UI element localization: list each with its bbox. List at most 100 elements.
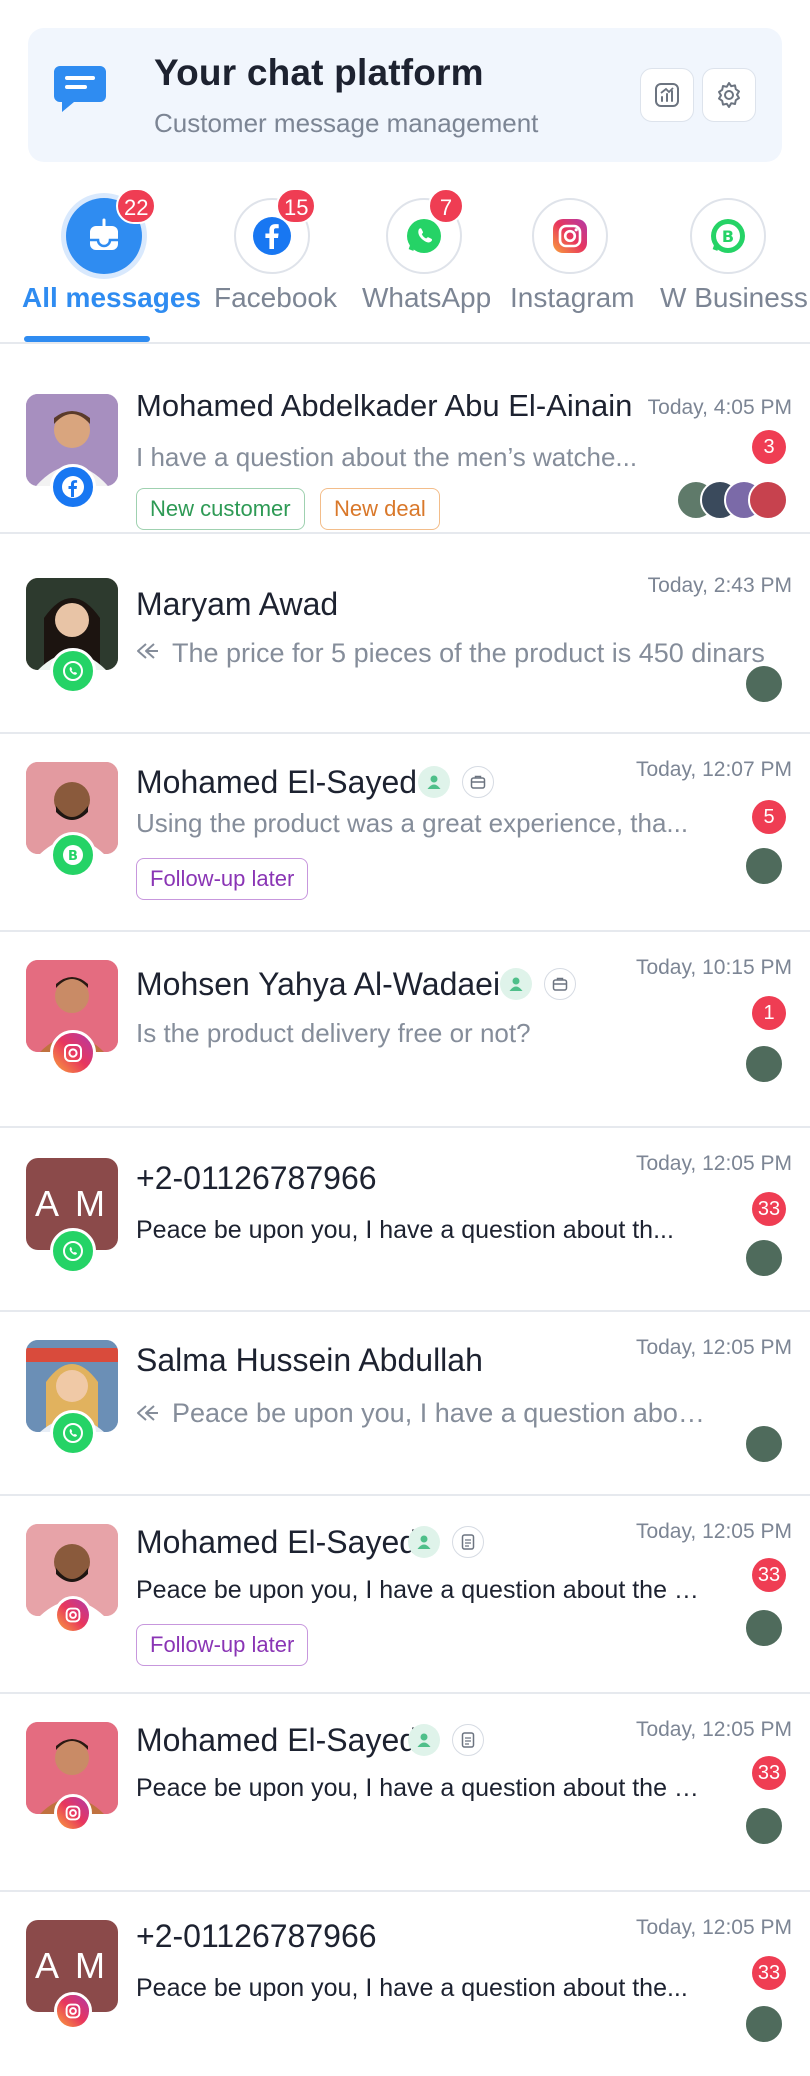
tab-label: Instagram xyxy=(510,282,635,313)
unread-count: 3 xyxy=(752,430,786,464)
stats-button[interactable] xyxy=(640,68,694,122)
timestamp: Today, 12:05 PM xyxy=(635,1718,792,1741)
tab-whatsapp[interactable]: 7 WhatsApp xyxy=(362,188,491,342)
contact-name: Maryam Awad xyxy=(136,586,339,622)
agent-avatar xyxy=(748,480,788,520)
contact-name: Mohsen Yahya Al-Wadaei xyxy=(136,966,501,1002)
tag-follow-up-later[interactable]: Follow-up later xyxy=(136,1624,309,1666)
tag-new-customer[interactable]: New customer xyxy=(136,488,305,530)
briefcase-icon xyxy=(462,766,494,798)
tab-badge: 7 xyxy=(428,188,464,224)
active-tab-indicator xyxy=(24,336,150,342)
svg-text:B: B xyxy=(68,849,78,864)
timestamp: Today, 10:15 PM xyxy=(635,956,792,979)
instagram-icon xyxy=(553,219,587,253)
tab-badge: 15 xyxy=(276,188,317,224)
page-title: Your chat platform xyxy=(154,52,484,93)
message-preview: Peace be upon you, I have a question abo… xyxy=(136,1216,674,1244)
instagram-icon xyxy=(50,1030,96,1076)
person-icon xyxy=(500,968,532,1000)
message-preview: The price for 5 pieces of the product is… xyxy=(172,638,765,668)
page-subtitle: Customer message management xyxy=(154,108,539,138)
agent-avatar xyxy=(744,2004,784,2044)
unread-count: 5 xyxy=(752,800,786,834)
tab-label: W Business xyxy=(660,282,808,313)
tag-new-deal[interactable]: New deal xyxy=(320,488,440,530)
reply-icon xyxy=(137,1405,158,1421)
contact-name: Mohamed El-Sayed xyxy=(136,764,418,800)
whatsapp-icon xyxy=(50,1410,96,1456)
contact-name: Salma Hussein Abdullah xyxy=(136,1342,483,1378)
unread-count: 33 xyxy=(752,1192,786,1226)
gear-icon xyxy=(718,82,740,108)
timestamp: Today, 12:05 PM xyxy=(635,1336,792,1359)
tab-facebook[interactable]: 15 Facebook xyxy=(210,188,337,342)
tab-label: Facebook xyxy=(214,282,337,313)
timestamp: Today, 4:05 PM xyxy=(647,396,792,419)
instagram-icon xyxy=(54,1992,92,2030)
tab-label: WhatsApp xyxy=(362,282,492,313)
message-preview: Peace be upon you, I have a question abo… xyxy=(172,1398,712,1428)
unread-count: 1 xyxy=(752,996,786,1030)
timestamp: Today, 2:43 PM xyxy=(647,574,792,597)
whatsapp-business-icon: B xyxy=(711,219,745,253)
tab-whatsapp-business[interactable]: B W Business xyxy=(660,198,810,342)
conversation-item[interactable]: Mohamed El-Sayed Today, 12:05 PM 33 Peac… xyxy=(0,1694,810,1892)
unread-count: 33 xyxy=(752,1756,786,1790)
agent-avatar xyxy=(744,1608,784,1648)
tab-badge: 22 xyxy=(116,188,157,224)
unread-count: 33 xyxy=(752,1558,786,1592)
whatsapp-business-icon: B xyxy=(50,832,96,878)
agent-avatar xyxy=(744,664,784,704)
instagram-icon xyxy=(54,1794,92,1832)
header-card: Your chat platform Customer message mana… xyxy=(28,28,782,162)
note-icon xyxy=(452,1526,484,1558)
settings-button[interactable] xyxy=(702,68,756,122)
reply-icon xyxy=(137,643,158,659)
contact-name: Mohamed Abdelkader Abu El-Ainain xyxy=(136,388,633,423)
tag-follow-up-later[interactable]: Follow-up later xyxy=(136,858,309,900)
inbox-icon xyxy=(90,218,118,250)
timestamp: Today, 12:05 PM xyxy=(635,1520,792,1543)
unread-count: 33 xyxy=(752,1956,786,1990)
contact-name: +2-01126787966 xyxy=(136,1918,377,1954)
person-icon xyxy=(418,766,450,798)
tab-label: All messages xyxy=(22,282,201,313)
agent-avatar xyxy=(744,1238,784,1278)
message-preview: I have a question about the men’s watche… xyxy=(136,442,638,472)
conversation-item[interactable]: Mohsen Yahya Al-Wadaei Today, 10:15 PM 1… xyxy=(0,932,810,1128)
message-preview: Using the product was a great experience… xyxy=(136,808,689,838)
timestamp: Today, 12:05 PM xyxy=(635,1152,792,1175)
conversation-item[interactable]: Salma Hussein Abdullah Today, 12:05 PM P… xyxy=(0,1312,810,1496)
conversation-item[interactable]: Mohamed El-Sayed Today, 12:05 PM 33 Peac… xyxy=(0,1496,810,1694)
agent-avatar xyxy=(744,1044,784,1084)
chart-icon xyxy=(655,83,679,107)
conversation-item[interactable]: A M +2-01126787966 Today, 12:05 PM 33 Pe… xyxy=(0,1892,810,2076)
agent-avatar xyxy=(744,1806,784,1846)
channel-tabs: 22 All messages 15 Facebook 7 WhatsApp I… xyxy=(0,188,810,344)
tab-all-messages[interactable]: 22 All messages xyxy=(0,188,210,342)
briefcase-icon xyxy=(544,968,576,1000)
whatsapp-icon xyxy=(50,648,96,694)
instagram-icon xyxy=(54,1596,92,1634)
conversation-item[interactable]: A M +2-01126787966 Today, 12:05 PM 33 Pe… xyxy=(0,1128,810,1312)
whatsapp-icon xyxy=(50,1228,96,1274)
agent-avatar xyxy=(744,846,784,886)
contact-name: Mohamed El-Sayed xyxy=(136,1524,418,1560)
message-preview: Is the product delivery free or not? xyxy=(136,1018,531,1048)
person-icon xyxy=(408,1724,440,1756)
timestamp: Today, 12:07 PM xyxy=(635,758,792,781)
contact-name: Mohamed El-Sayed xyxy=(136,1722,418,1758)
note-icon xyxy=(452,1724,484,1756)
tab-instagram[interactable]: Instagram xyxy=(508,198,635,342)
timestamp: Today, 12:05 PM xyxy=(635,1916,792,1939)
chat-bubble-icon xyxy=(54,66,106,112)
contact-name: +2-01126787966 xyxy=(136,1160,377,1196)
message-preview: Peace be upon you, I have a question abo… xyxy=(136,1774,706,1802)
conversation-item[interactable]: Mohamed Abdelkader Abu El-Ainain Today, … xyxy=(0,346,810,534)
conversation-item[interactable]: Maryam Awad Today, 2:43 PM The price for… xyxy=(0,534,810,734)
message-preview: Peace be upon you, I have a question abo… xyxy=(136,1974,688,2002)
conversation-item[interactable]: B Mohamed El-Sayed Today, 12:07 PM 5 Usi… xyxy=(0,734,810,932)
person-icon xyxy=(408,1526,440,1558)
facebook-icon xyxy=(50,464,96,510)
